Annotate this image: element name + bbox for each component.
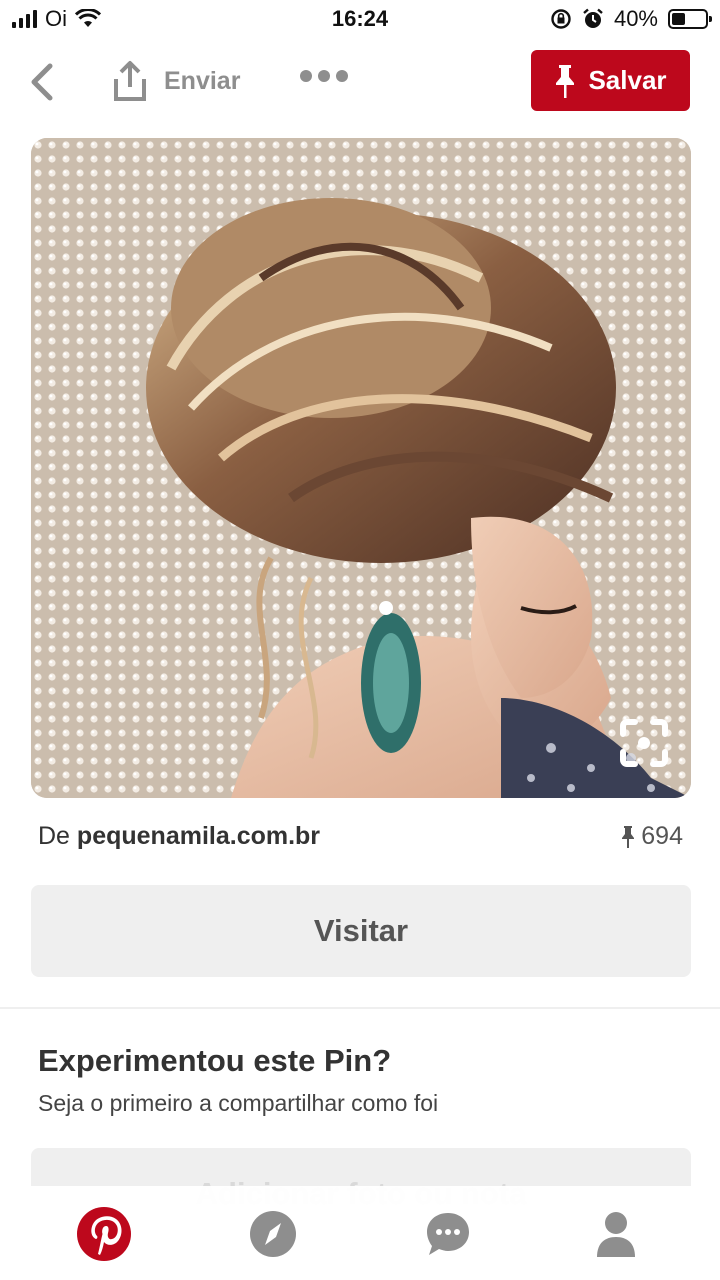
- system-indicators: 40%: [550, 6, 712, 32]
- share-icon: [114, 61, 146, 101]
- source-row: De pequenamila.com.br 694: [38, 822, 683, 858]
- bottom-tab-bar: [0, 1186, 720, 1280]
- save-button[interactable]: Salvar: [531, 50, 690, 111]
- pin-image[interactable]: [31, 138, 691, 798]
- tab-explore[interactable]: [245, 1206, 301, 1262]
- visit-button[interactable]: Visitar: [31, 885, 691, 977]
- tab-messages[interactable]: [420, 1206, 476, 1262]
- visual-search-button[interactable]: [619, 718, 669, 768]
- pin-icon: [556, 64, 575, 98]
- pin-toolbar: Enviar Salvar: [0, 40, 720, 124]
- hairstyle-photo: [31, 138, 691, 798]
- battery-icon: [668, 9, 712, 29]
- status-bar: Oi 16:24 40%: [0, 0, 720, 40]
- source-prefix: De: [38, 822, 70, 850]
- share-label: Enviar: [164, 66, 241, 95]
- chat-bubble-icon: [427, 1213, 469, 1255]
- pin-count-icon: [622, 825, 635, 848]
- source-domain-link[interactable]: pequenamila.com.br: [77, 822, 320, 850]
- visual-search-icon: [620, 719, 668, 767]
- share-button[interactable]: Enviar: [110, 58, 240, 104]
- more-options-button[interactable]: [300, 70, 348, 82]
- tab-profile[interactable]: [588, 1206, 644, 1262]
- battery-percent: 40%: [613, 6, 658, 31]
- save-count-value: 694: [641, 822, 683, 850]
- more-dots-icon: [300, 70, 312, 82]
- tab-home[interactable]: [76, 1206, 132, 1262]
- alarm-icon: [583, 8, 603, 28]
- tried-pin-subtitle: Seja o primeiro a compartilhar como foi: [38, 1090, 439, 1116]
- person-icon: [597, 1212, 635, 1257]
- save-label: Salvar: [588, 65, 667, 95]
- back-button[interactable]: [22, 60, 62, 104]
- compass-icon: [250, 1211, 296, 1257]
- tried-pin-title: Experimentou este Pin?: [38, 1043, 392, 1078]
- section-divider: [0, 1007, 720, 1009]
- chevron-left-icon: [31, 63, 53, 101]
- rotation-lock-icon: [551, 9, 571, 29]
- save-count: 694: [621, 822, 683, 851]
- pinterest-logo-icon: [77, 1207, 131, 1261]
